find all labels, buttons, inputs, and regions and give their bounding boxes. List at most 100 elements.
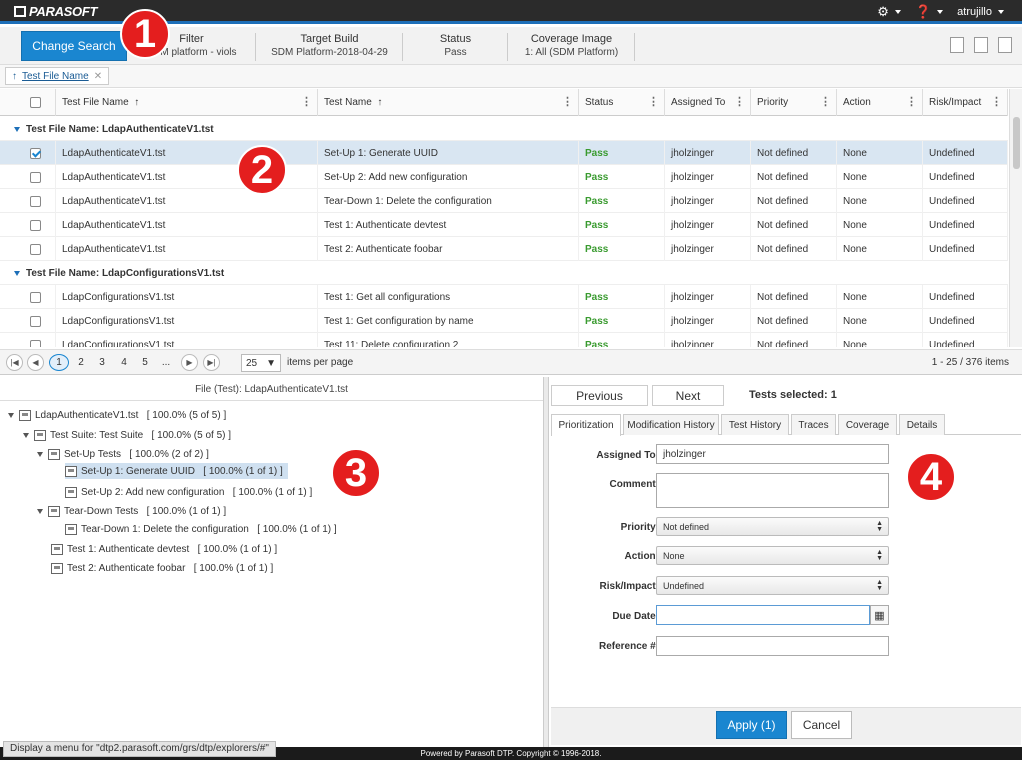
reference-input[interactable] <box>656 636 889 656</box>
column-menu-icon[interactable]: ⋮ <box>648 95 659 108</box>
table-row[interactable]: LdapConfigurationsV1.tst Test 1: Get all … <box>0 285 1008 309</box>
collapse-triangle-icon[interactable] <box>14 270 20 276</box>
row-checkbox-cell <box>24 141 56 165</box>
row-checkbox[interactable] <box>30 195 41 207</box>
assigned-to-field[interactable]: jholzinger <box>656 444 889 464</box>
column-header-priority[interactable]: Priority ⋮ <box>751 89 837 116</box>
collapse-triangle-icon[interactable] <box>14 126 20 132</box>
column-header-label: Test Name <box>324 97 372 108</box>
previous-button[interactable]: Previous <box>551 385 648 406</box>
page-number[interactable]: 5 <box>136 354 154 371</box>
select-all-checkbox[interactable] <box>30 97 41 108</box>
column-header-status[interactable]: Status ⋮ <box>579 89 665 116</box>
parasoft-logo[interactable]: PARASOFT <box>14 4 97 19</box>
due-date-input[interactable] <box>656 605 870 625</box>
row-checkbox[interactable] <box>30 291 41 303</box>
table-row[interactable]: LdapAuthenticateV1.tst Tear-Down 1: Delet… <box>0 189 1008 213</box>
column-menu-icon[interactable]: ⋮ <box>734 95 745 108</box>
expand-triangle-icon[interactable] <box>37 508 43 514</box>
column-header-risk-impact[interactable]: Risk/Impact ⋮ <box>923 89 1008 116</box>
column-menu-icon[interactable]: ⋮ <box>820 95 831 108</box>
help-menu[interactable]: ❓ <box>914 4 944 20</box>
pagination-bar: |◀ ◀ 1 2 3 4 5 ... ▶ ▶| 25 ▼ items per pa… <box>0 349 1022 375</box>
group-row[interactable]: Test File Name: LdapConfigurationsV1.tst <box>0 261 1008 285</box>
table-row[interactable]: LdapConfigurationsV1.tst Test 11: Delete … <box>0 333 1008 347</box>
row-checkbox[interactable] <box>30 171 41 183</box>
first-page-icon[interactable]: |◀ <box>6 354 23 371</box>
tree-node[interactable]: Set-Up 1: Generate UUID [ 100.0% (1 of 1… <box>65 463 288 479</box>
expand-triangle-icon[interactable] <box>8 412 14 418</box>
cancel-button[interactable]: Cancel <box>791 711 852 739</box>
column-menu-icon[interactable]: ⋮ <box>562 95 573 108</box>
action-select[interactable]: None ▲ ▼ <box>656 546 889 565</box>
table-row[interactable]: LdapAuthenticateV1.tst Test 1: Authentica… <box>0 213 1008 237</box>
tree-node[interactable]: Test 1: Authenticate devtest [ 100.0% (1… <box>51 541 277 557</box>
grid-scrollbar[interactable] <box>1009 89 1022 347</box>
table-row[interactable]: LdapAuthenticateV1.tst Test 2: Authentica… <box>0 237 1008 261</box>
group-row[interactable]: Test File Name: LdapAuthenticateV1.tst <box>0 117 1008 141</box>
page-number[interactable]: 1 <box>49 354 69 371</box>
tree-node[interactable]: Test Suite: Test Suite [ 100.0% (5 of 5)… <box>23 427 231 443</box>
page-number[interactable]: 2 <box>72 354 90 371</box>
row-checkbox[interactable] <box>30 339 41 347</box>
column-menu-icon[interactable]: ⋮ <box>301 95 312 108</box>
assigned-to-label: Assigned To: <box>596 450 659 461</box>
cell-priority: Not defined <box>751 333 837 347</box>
tree-node[interactable]: Tear-Down 1: Delete the configuration [ … <box>65 521 337 537</box>
next-button[interactable]: Next <box>652 385 724 406</box>
priority-select[interactable]: Not defined ▲ ▼ <box>656 517 889 536</box>
help-icon: ❓ <box>914 4 932 19</box>
tab-details[interactable]: Details <box>899 414 945 435</box>
column-menu-icon[interactable]: ⋮ <box>991 95 1002 108</box>
column-header-action[interactable]: Action ⋮ <box>837 89 923 116</box>
page-ellipsis[interactable]: ... <box>157 354 175 371</box>
close-icon[interactable]: ✕ <box>94 71 102 82</box>
table-row[interactable]: LdapAuthenticateV1.tst Set-Up 2: Add new … <box>0 165 1008 189</box>
page-number[interactable]: 4 <box>115 354 133 371</box>
page-number[interactable]: 3 <box>93 354 111 371</box>
scrollbar-thumb[interactable] <box>1013 117 1020 169</box>
tree-node[interactable]: Set-Up Tests [ 100.0% (2 of 2) ] <box>37 446 209 462</box>
last-page-icon[interactable]: ▶| <box>203 354 220 371</box>
settings-menu[interactable]: ⚙ <box>877 4 901 20</box>
user-menu[interactable]: atrujillo <box>957 6 1004 18</box>
tab-test-history[interactable]: Test History <box>721 414 789 435</box>
column-header-test-name[interactable]: Test Name ↑ ⋮ <box>318 89 579 116</box>
row-checkbox[interactable] <box>30 147 41 159</box>
expand-triangle-icon[interactable] <box>23 432 29 438</box>
layout-list-icon[interactable] <box>974 37 988 53</box>
risk-select[interactable]: Undefined ▲ ▼ <box>656 576 889 595</box>
items-per-page-select[interactable]: 25 ▼ <box>241 354 281 372</box>
cell-name: Test 11: Delete configuration 2 <box>318 333 579 347</box>
layout-split-horizontal-icon[interactable] <box>950 37 964 53</box>
cell-assigned: jholzinger <box>665 285 751 309</box>
table-row[interactable]: LdapAuthenticateV1.tst Set-Up 1: Generate… <box>0 141 1008 165</box>
row-checkbox[interactable] <box>30 219 41 231</box>
prev-page-icon[interactable]: ◀ <box>27 354 44 371</box>
group-chip[interactable]: ↑ Test File Name ✕ <box>5 67 110 85</box>
change-search-button[interactable]: Change Search <box>21 31 127 61</box>
column-menu-icon[interactable]: ⋮ <box>906 95 917 108</box>
next-page-icon[interactable]: ▶ <box>181 354 198 371</box>
column-header-assigned-to[interactable]: Assigned To ⋮ <box>665 89 751 116</box>
cell-priority: Not defined <box>751 309 837 333</box>
tree-node[interactable]: Tear-Down Tests [ 100.0% (1 of 1) ] <box>37 503 226 519</box>
layout-split-vertical-icon[interactable] <box>998 37 1012 53</box>
cell-file: LdapConfigurationsV1.tst <box>56 285 318 309</box>
tree-node[interactable]: Test 2: Authenticate foobar [ 100.0% (1 … <box>51 560 273 576</box>
tree-node[interactable]: Set-Up 2: Add new configuration [ 100.0%… <box>65 484 312 500</box>
top-nav: ⚙ ❓ atrujillo <box>877 4 1004 20</box>
apply-button[interactable]: Apply (1) <box>716 711 787 739</box>
tab-traces[interactable]: Traces <box>791 414 836 435</box>
tab-coverage[interactable]: Coverage <box>838 414 897 435</box>
row-checkbox[interactable] <box>30 243 41 255</box>
calendar-icon[interactable]: ▦ <box>870 605 889 625</box>
tab-prioritization[interactable]: Prioritization <box>551 414 621 436</box>
table-row[interactable]: LdapConfigurationsV1.tst Test 1: Get conf… <box>0 309 1008 333</box>
tab-modification-history[interactable]: Modification History <box>623 414 719 435</box>
comment-textarea[interactable] <box>656 473 889 508</box>
tree-node[interactable]: LdapAuthenticateV1.tst [ 100.0% (5 of 5)… <box>8 407 226 423</box>
row-checkbox[interactable] <box>30 315 41 327</box>
expand-triangle-icon[interactable] <box>37 451 43 457</box>
column-header-test-file-name[interactable]: Test File Name ↑ ⋮ <box>56 89 318 116</box>
